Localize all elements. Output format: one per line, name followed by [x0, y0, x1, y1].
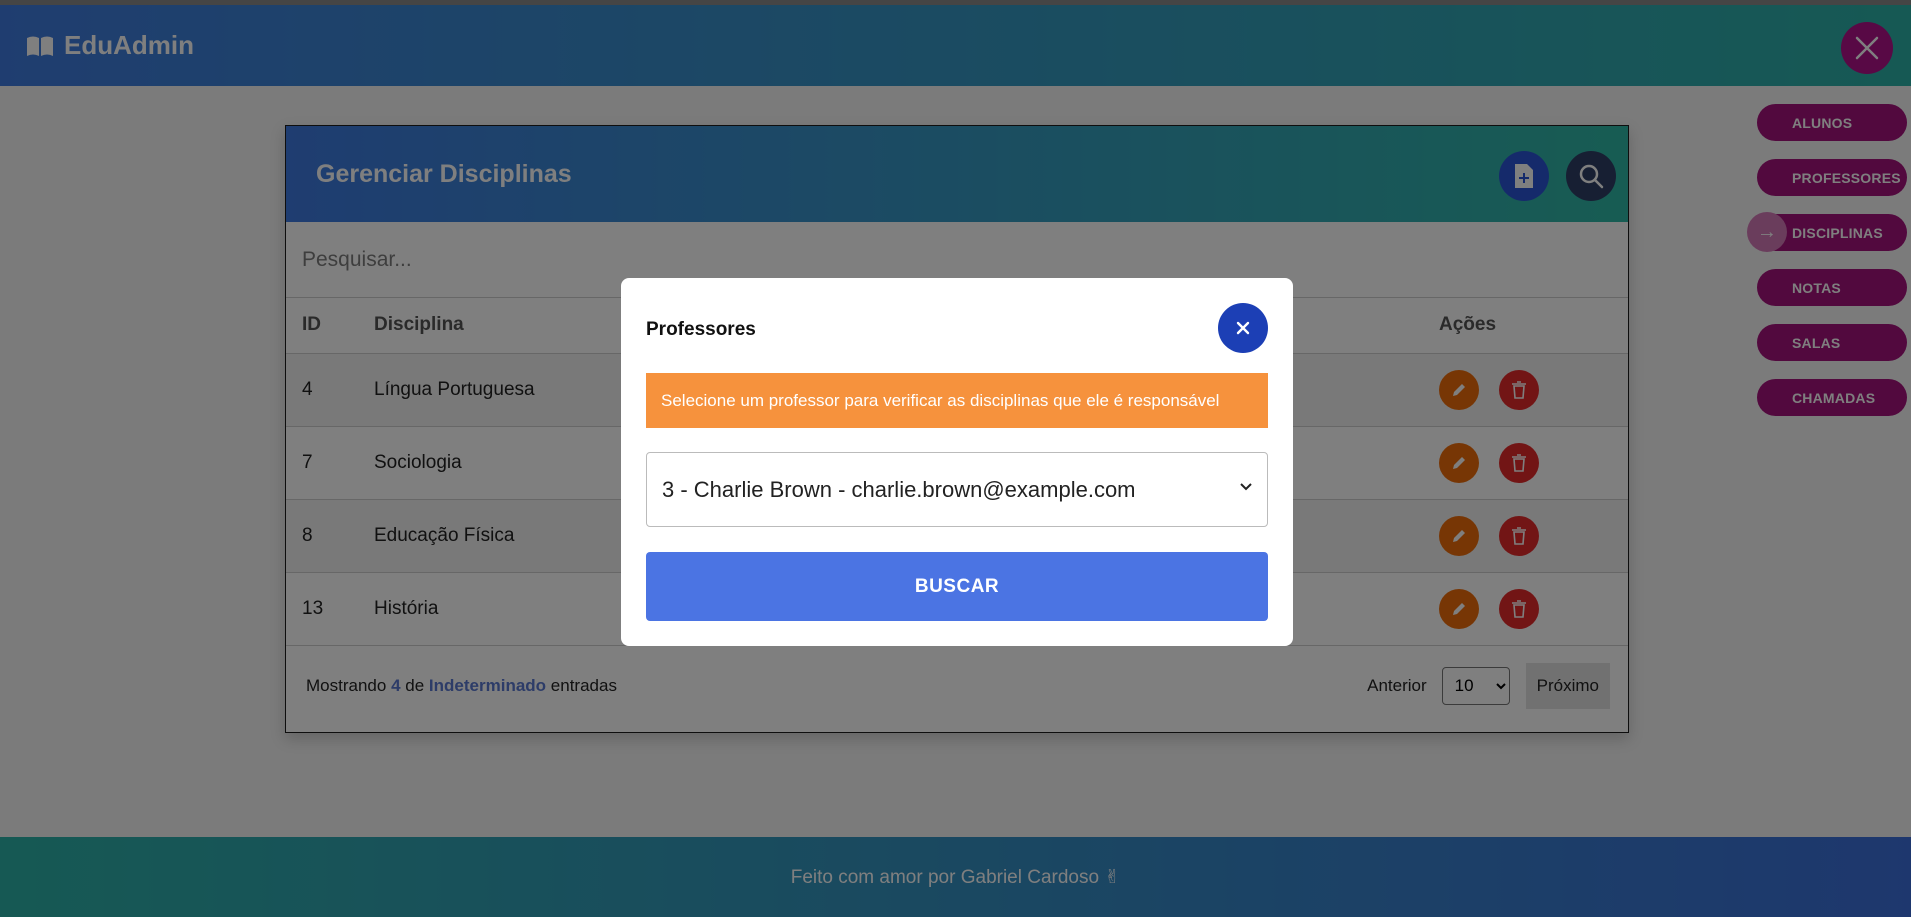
buscar-button[interactable]: BUSCAR [646, 552, 1268, 621]
professor-select-value: 3 - Charlie Brown - charlie.brown@exampl… [662, 476, 1136, 502]
close-icon [1236, 321, 1250, 335]
professor-select[interactable]: 3 - Charlie Brown - charlie.brown@exampl… [646, 452, 1268, 527]
modal-close-button[interactable] [1218, 303, 1268, 353]
info-alert: Selecione um professor para verificar as… [646, 373, 1268, 428]
professores-modal: Professores Selecione um professor para … [621, 278, 1293, 646]
modal-title: Professores [646, 319, 756, 340]
chevron-down-icon [1240, 483, 1252, 491]
